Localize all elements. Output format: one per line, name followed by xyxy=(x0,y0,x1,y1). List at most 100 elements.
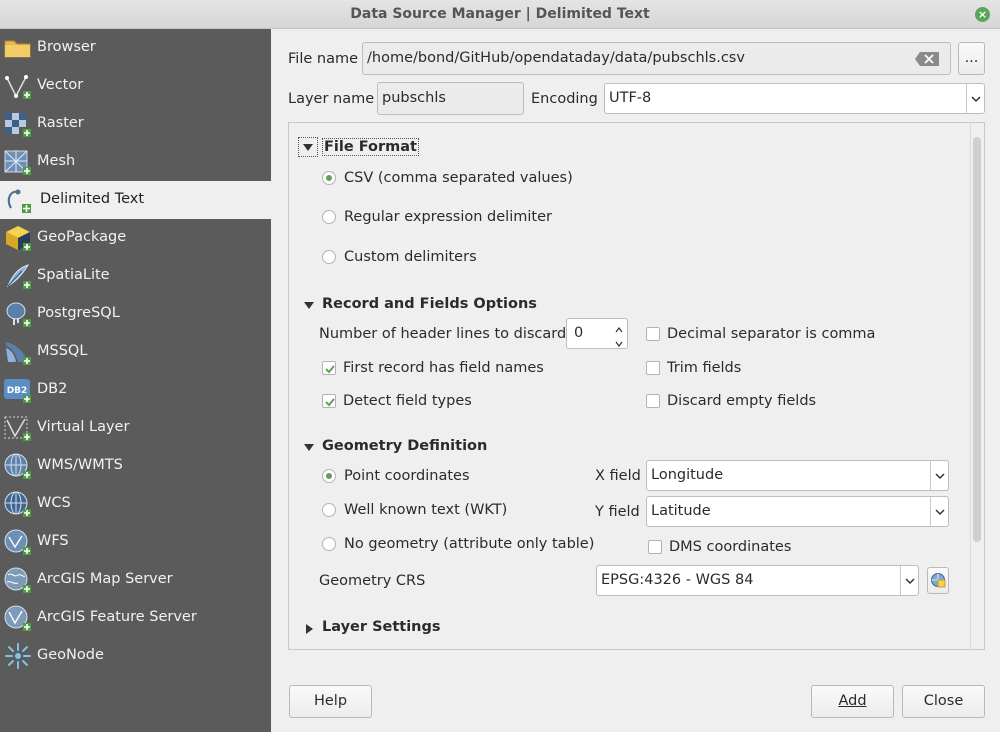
decimal-comma-checkbox[interactable] xyxy=(646,327,660,341)
file-format-title: File Format xyxy=(322,138,419,156)
collapse-icon[interactable] xyxy=(304,444,314,451)
wcs-icon xyxy=(4,490,32,518)
sidebar-item-label: Delimited Text xyxy=(40,191,145,207)
window-close-icon[interactable]: × xyxy=(975,7,990,22)
sidebar-item-delimited-text[interactable]: Delimited Text xyxy=(0,181,271,219)
window-title: Data Source Manager | Delimited Text xyxy=(350,6,650,22)
sidebar-item-geopackage[interactable]: GeoPackage xyxy=(0,219,271,257)
header-lines-label: Number of header lines to discard xyxy=(319,326,567,342)
first-record-label[interactable]: First record has field names xyxy=(343,360,544,376)
radio-wkt-label[interactable]: Well known text (WKT) xyxy=(344,502,507,518)
discard-empty-checkbox[interactable] xyxy=(646,394,660,408)
delimited-text-icon xyxy=(4,186,32,214)
trim-fields-checkbox[interactable] xyxy=(646,361,660,375)
sidebar-item-label: Virtual Layer xyxy=(37,419,130,435)
radio-no-geometry-label[interactable]: No geometry (attribute only table) xyxy=(344,536,594,552)
layer-name-input[interactable]: pubschls xyxy=(377,82,524,115)
detect-types-checkbox[interactable] xyxy=(322,394,336,408)
collapse-icon[interactable] xyxy=(304,302,314,309)
vector-icon xyxy=(4,72,32,100)
crs-selector-button[interactable] xyxy=(927,567,949,594)
radio-custom[interactable] xyxy=(322,250,336,264)
dms-checkbox[interactable] xyxy=(648,540,662,554)
dms-label[interactable]: DMS coordinates xyxy=(669,539,791,555)
radio-point-coords-label[interactable]: Point coordinates xyxy=(344,468,470,484)
sidebar-item-virtual-layer[interactable]: Virtual Layer xyxy=(0,409,271,447)
sidebar-item-label: GeoPackage xyxy=(37,229,127,245)
encoding-select[interactable]: UTF-8 xyxy=(604,83,985,114)
sidebar-item-wcs[interactable]: WCS xyxy=(0,485,271,523)
radio-wkt[interactable] xyxy=(322,503,336,517)
sidebar-item-label: SpatiaLite xyxy=(37,267,110,283)
trim-fields-label[interactable]: Trim fields xyxy=(667,360,741,376)
radio-no-geometry[interactable] xyxy=(322,537,336,551)
radio-regex[interactable] xyxy=(322,210,336,224)
sidebar-item-db2[interactable]: DB2 DB2 xyxy=(0,371,271,409)
layer-settings-title[interactable]: Layer Settings xyxy=(322,619,441,635)
sidebar: Browser Vector Raster Mesh Delimited Tex… xyxy=(0,29,271,732)
help-button[interactable]: Help xyxy=(289,685,372,718)
record-options-title: Record and Fields Options xyxy=(322,296,537,312)
radio-point-coords[interactable] xyxy=(322,469,336,483)
layer-name-label: Layer name xyxy=(288,91,375,107)
first-record-checkbox[interactable] xyxy=(322,361,336,375)
file-format-toggle[interactable] xyxy=(298,137,318,157)
sidebar-item-geonode[interactable]: GeoNode xyxy=(0,637,271,675)
globe-icon xyxy=(928,568,948,592)
spin-up-icon[interactable] xyxy=(614,322,624,333)
x-field-select[interactable]: Longitude xyxy=(646,460,949,491)
sidebar-item-vector[interactable]: Vector xyxy=(0,67,271,105)
sidebar-item-mssql[interactable]: MSSQL xyxy=(0,333,271,371)
file-name-label: File name xyxy=(288,51,358,67)
scrollbar-thumb[interactable] xyxy=(973,137,981,542)
close-button[interactable]: Close xyxy=(902,685,985,718)
radio-regex-label[interactable]: Regular expression delimiter xyxy=(344,209,552,225)
mesh-icon xyxy=(4,148,32,176)
browse-button[interactable]: ... xyxy=(958,42,985,75)
chevron-down-icon xyxy=(930,461,948,490)
mssql-icon xyxy=(4,338,32,366)
help-button-label: Help xyxy=(313,693,348,709)
sidebar-item-label: DB2 xyxy=(37,381,68,397)
browse-button-label: ... xyxy=(964,50,979,66)
y-field-select[interactable]: Latitude xyxy=(646,496,949,527)
sidebar-item-arcgis-map-server[interactable]: ArcGIS Map Server xyxy=(0,561,271,599)
chevron-down-icon xyxy=(930,497,948,526)
y-field-value: Latitude xyxy=(651,503,711,519)
sidebar-item-label: GeoNode xyxy=(37,647,104,663)
header-lines-spinbox[interactable]: 0 xyxy=(566,318,628,349)
sidebar-item-postgresql[interactable]: PostgreSQL xyxy=(0,295,271,333)
radio-custom-label[interactable]: Custom delimiters xyxy=(344,249,477,265)
add-button[interactable]: Add xyxy=(811,685,894,718)
expand-icon[interactable] xyxy=(306,624,313,634)
sidebar-item-label: WMS/WMTS xyxy=(37,457,123,473)
y-field-label: Y field xyxy=(595,504,640,520)
radio-csv-label[interactable]: CSV (comma separated values) xyxy=(344,170,573,186)
sidebar-item-spatialite[interactable]: SpatiaLite xyxy=(0,257,271,295)
collapse-icon xyxy=(303,144,313,151)
clear-icon[interactable] xyxy=(914,51,940,71)
x-field-value: Longitude xyxy=(651,467,724,483)
radio-csv[interactable] xyxy=(322,171,336,185)
spatialite-icon xyxy=(4,262,32,290)
vertical-scrollbar[interactable] xyxy=(970,123,984,649)
spin-down-icon[interactable] xyxy=(614,336,624,347)
chevron-down-icon xyxy=(966,84,984,113)
sidebar-item-browser[interactable]: Browser xyxy=(0,29,271,67)
geopackage-icon xyxy=(4,224,32,252)
sidebar-item-arcgis-feature-server[interactable]: ArcGIS Feature Server xyxy=(0,599,271,637)
geonode-icon xyxy=(4,642,32,670)
crs-select[interactable]: EPSG:4326 - WGS 84 xyxy=(596,565,919,596)
sidebar-item-label: MSSQL xyxy=(37,343,88,359)
title-bar: Data Source Manager | Delimited Text × xyxy=(0,0,1000,29)
sidebar-item-mesh[interactable]: Mesh xyxy=(0,143,271,181)
detect-types-label[interactable]: Detect field types xyxy=(343,393,472,409)
decimal-comma-label[interactable]: Decimal separator is comma xyxy=(667,326,875,342)
sidebar-item-wms[interactable]: WMS/WMTS xyxy=(0,447,271,485)
add-button-label: Add xyxy=(838,693,867,709)
sidebar-item-raster[interactable]: Raster xyxy=(0,105,271,143)
discard-empty-label[interactable]: Discard empty fields xyxy=(667,393,816,409)
sidebar-item-wfs[interactable]: WFS xyxy=(0,523,271,561)
wms-icon xyxy=(4,452,32,480)
file-name-input[interactable]: /home/bond/GitHub/opendataday/data/pubsc… xyxy=(362,42,951,75)
